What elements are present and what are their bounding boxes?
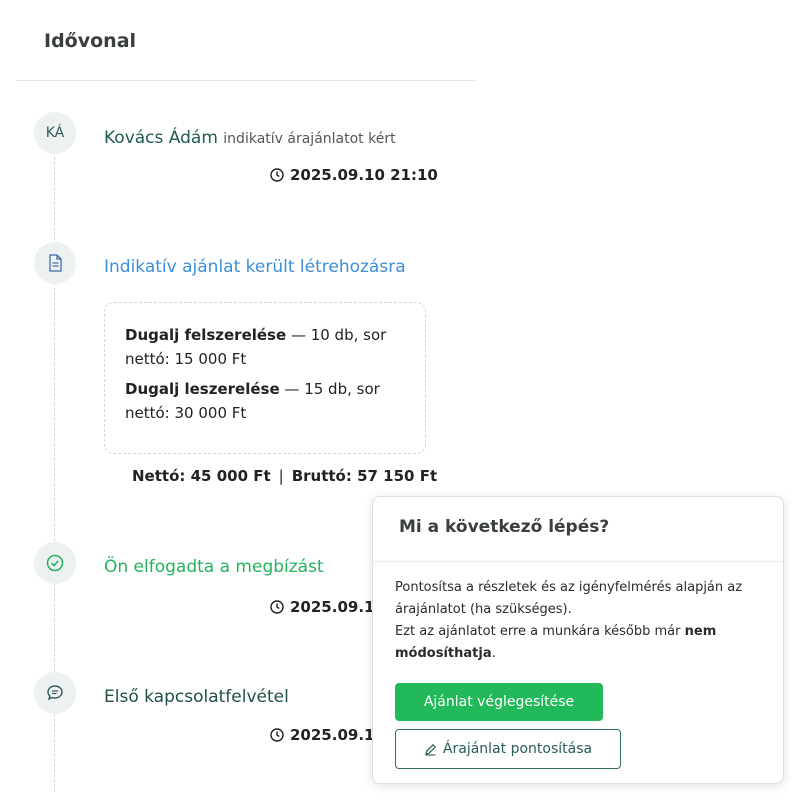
popup-title: Mi a következő lépés? — [399, 517, 610, 537]
offer-item: Dugalj leszerelése — 15 db, sor nettó: 3… — [125, 377, 405, 425]
gross-total: Bruttó: 57 150 Ft — [291, 467, 438, 485]
offer-item-net: nettó: 30 000 Ft — [125, 404, 247, 422]
offer-card: Dugalj felszerelése — 10 db, sor nettó: … — [104, 302, 426, 454]
event-timestamp: 2025.09.10 — [270, 598, 385, 616]
event-title: Kovács Ádám indikatív árajánlatot kért — [104, 128, 396, 148]
event-user-link[interactable]: Kovács Ádám — [104, 128, 218, 148]
popup-divider — [373, 561, 783, 562]
event-icon-wrap — [34, 542, 76, 584]
timestamp-text: 2025.09.10 — [290, 598, 385, 616]
clock-icon — [270, 728, 284, 742]
avatar: KÁ — [34, 112, 76, 154]
finalize-offer-button[interactable]: Ajánlat véglegesítése — [395, 683, 603, 721]
page-title: Idővonal — [44, 30, 137, 52]
edit-icon — [425, 743, 436, 756]
offer-item-detail: — 15 db, sor — [284, 380, 380, 398]
event-action-text: indikatív árajánlatot kért — [223, 131, 396, 147]
event-title: Első kapcsolatfelvétel — [104, 687, 289, 707]
event-title: Ön elfogadta a megbízást — [104, 557, 324, 577]
popup-text: Pontosítsa a részletek és az igényfelmér… — [395, 577, 765, 665]
header-divider — [16, 80, 476, 81]
offer-item-name: Dugalj felszerelése — [125, 326, 287, 344]
event-timestamp: 2025.09.10 21:10 — [270, 166, 438, 184]
document-icon — [49, 254, 62, 272]
refine-quote-label: Árajánlat pontosítása — [442, 741, 593, 757]
popup-text-prefix: Ezt az ajánlatot erre a munkára később m… — [395, 624, 681, 639]
clock-icon — [270, 600, 284, 614]
offer-totals: Nettó: 45 000 Ft | Bruttó: 57 150 Ft — [132, 467, 437, 485]
clock-icon — [270, 168, 284, 182]
event-title: Indikatív ajánlat került létrehozásra — [104, 257, 406, 277]
offer-item-detail: — 10 db, sor — [290, 326, 387, 344]
chat-bubble-icon — [47, 685, 63, 701]
timestamp-text: 2025.09.10 21:10 — [290, 166, 438, 184]
timestamp-text: 2025.09.10 — [290, 726, 385, 744]
offer-item: Dugalj felszerelése — 10 db, sor nettó: … — [125, 323, 405, 371]
refine-quote-button[interactable]: Árajánlat pontosítása — [395, 729, 621, 769]
event-icon-wrap — [34, 242, 76, 284]
net-total: Nettó: 45 000 Ft — [132, 467, 271, 485]
avatar-initials: KÁ — [45, 125, 65, 141]
popup-text-suffix: . — [491, 646, 496, 661]
offer-item-net: nettó: 15 000 Ft — [125, 350, 247, 368]
event-icon-wrap — [34, 672, 76, 714]
popup-text-line1: Pontosítsa a részletek és az igényfelmér… — [395, 580, 743, 617]
event-timestamp: 2025.09.10 — [270, 726, 385, 744]
totals-separator: | — [278, 467, 284, 485]
offer-item-name: Dugalj leszerelése — [125, 380, 280, 398]
next-step-popup: Mi a következő lépés? Pontosítsa a részl… — [372, 496, 784, 784]
check-circle-icon — [46, 554, 64, 572]
popup-text-line2: Ezt az ajánlatot erre a munkára később m… — [395, 621, 765, 665]
